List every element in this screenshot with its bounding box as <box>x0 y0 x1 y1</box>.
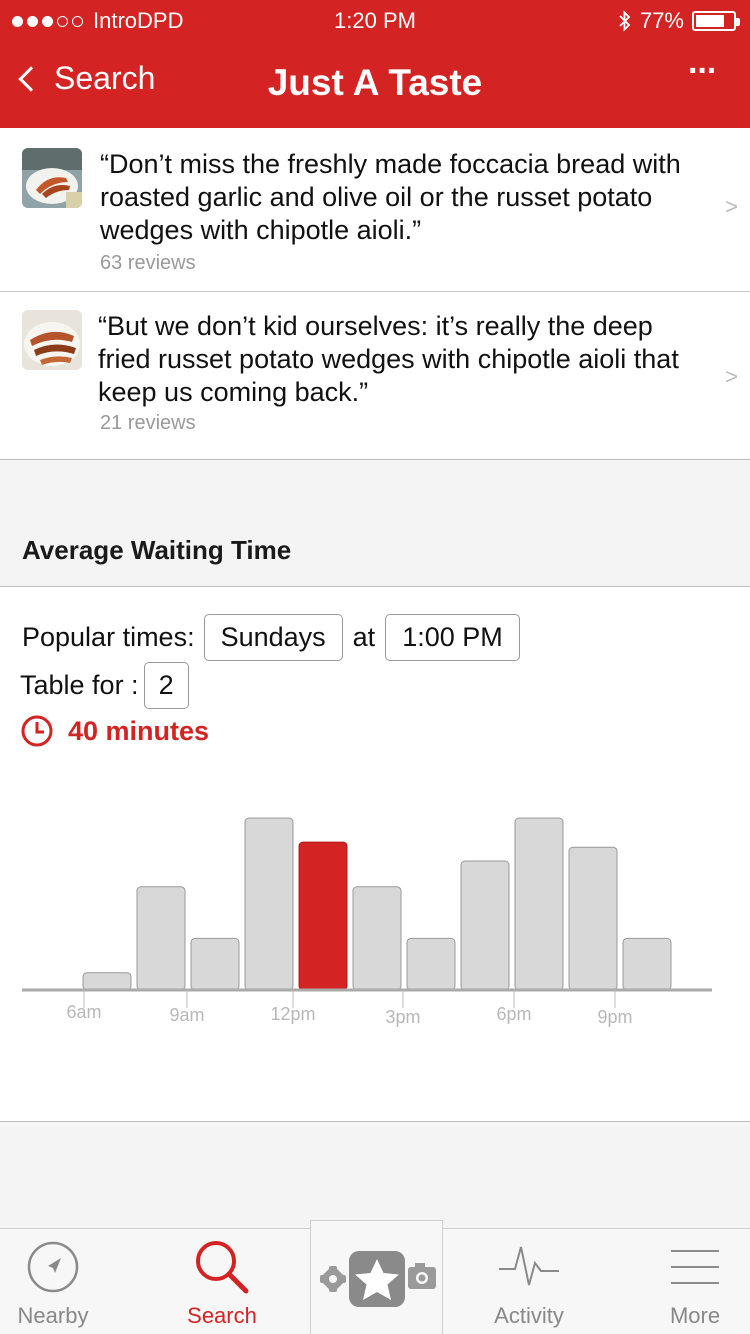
review-quote: “Don’t miss the freshly made foccacia br… <box>100 149 681 245</box>
bluetooth-icon <box>619 10 631 32</box>
chevron-left-icon <box>18 65 44 92</box>
menu-lines-icon <box>671 1250 719 1284</box>
chart-bar <box>82 972 132 991</box>
bar-chart: 6am 9am 12pm 3pm 6pm 9pm <box>22 817 712 1027</box>
chart-bar <box>406 937 456 991</box>
chart-tick-label: 12pm <box>270 1004 315 1024</box>
at-label: at <box>352 622 376 652</box>
tab-search[interactable]: Search <box>172 1229 272 1334</box>
review-count: 63 reviews <box>100 252 196 274</box>
party-size-selector[interactable]: 2 <box>143 662 189 709</box>
search-icon <box>196 1241 249 1294</box>
chart-bar-current <box>298 841 348 991</box>
battery-percent: 77% <box>639 8 684 33</box>
chart-bar <box>568 846 618 991</box>
check-in-star-icon <box>320 1251 436 1307</box>
section-header: Average Waiting Time <box>0 459 750 587</box>
chart-bar <box>352 886 402 991</box>
popular-times-label: Popular times: <box>22 622 195 652</box>
tab-nearby[interactable]: Nearby <box>0 1229 106 1334</box>
chart-bar <box>622 937 672 991</box>
chart-tick-label: 9am <box>169 1005 204 1025</box>
app-header: IntroDPD 1:20 PM 77% Search Just A Taste… <box>0 0 750 128</box>
review-thumbnail <box>22 310 82 370</box>
chart-tick-label: 3pm <box>385 1007 420 1027</box>
time-selector[interactable]: 1:00 PM <box>385 614 520 661</box>
battery-level <box>696 15 724 27</box>
wait-result: 40 minutes <box>20 714 209 748</box>
tab-label: Nearby <box>17 1303 89 1328</box>
more-options-button[interactable]: ··· <box>688 52 718 91</box>
review-snippet-row[interactable]: “Don’t miss the freshly made foccacia br… <box>0 128 750 292</box>
table-for-label: Table for : <box>20 670 139 700</box>
review-thumbnail <box>22 148 82 208</box>
activity-pulse-icon <box>499 1246 559 1286</box>
status-bar: IntroDPD 1:20 PM 77% <box>0 6 750 36</box>
waiting-time-chart: 6am 9am 12pm 3pm 6pm 9pm <box>0 790 750 1040</box>
nav-bar: Search Just A Taste ··· <box>0 50 750 120</box>
tab-label: Activity <box>494 1303 564 1328</box>
table-size-row: Table for : 2 <box>20 662 189 709</box>
chart-bar <box>244 817 294 991</box>
review-quote: “But we don’t kid ourselves: it’s really… <box>98 311 679 407</box>
tab-activity[interactable]: Activity <box>476 1229 582 1334</box>
section-title: Average Waiting Time <box>22 535 292 565</box>
tab-label: More <box>669 1303 721 1328</box>
chevron-right-icon: > <box>725 364 738 389</box>
day-selector[interactable]: Sundays <box>203 614 343 661</box>
wait-minutes: 40 minutes <box>68 715 210 746</box>
battery-icon <box>692 11 740 31</box>
chart-tick-label: 6pm <box>496 1004 531 1024</box>
clock-icon <box>21 715 53 747</box>
popular-times-row: Popular times: Sundays at 1:00 PM <box>22 614 520 661</box>
nearby-compass-icon <box>27 1241 79 1293</box>
review-snippet-row[interactable]: “But we don’t kid ourselves: it’s really… <box>0 292 750 460</box>
chart-bar <box>514 817 564 991</box>
status-right: 77% <box>618 8 740 34</box>
tab-more[interactable]: More <box>644 1229 746 1334</box>
chart-tick-label: 9pm <box>597 1007 632 1027</box>
chart-bar <box>136 886 186 991</box>
tab-check-in[interactable] <box>310 1220 443 1334</box>
review-count: 21 reviews <box>100 412 196 434</box>
chart-tick-label: 6am <box>66 1002 101 1022</box>
section-footer <box>0 1121 750 1231</box>
chart-bar <box>460 860 510 991</box>
chevron-right-icon: > <box>725 194 738 219</box>
back-label: Search <box>54 60 156 96</box>
tab-label: Search <box>187 1303 257 1328</box>
chart-bar <box>190 937 240 991</box>
back-button[interactable]: Search <box>16 60 155 97</box>
